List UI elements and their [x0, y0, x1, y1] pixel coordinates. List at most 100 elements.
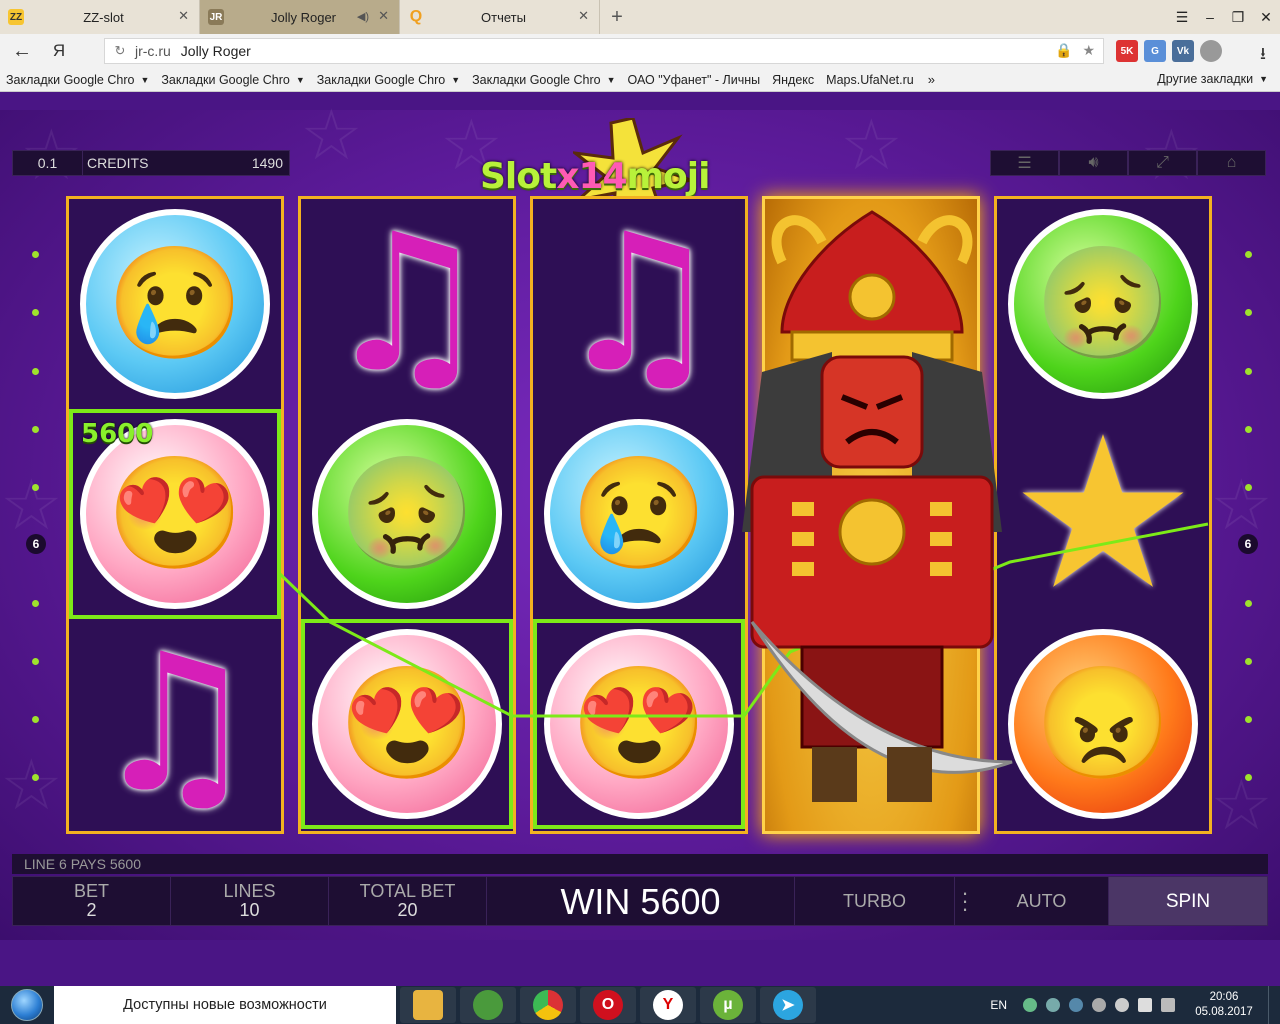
close-window-icon[interactable]: ✕ — [1252, 0, 1280, 34]
tray-app-icon[interactable] — [1046, 998, 1060, 1012]
more-options-icon[interactable]: · · · — [955, 877, 975, 925]
download-icon[interactable]: ⭳ — [1260, 41, 1266, 70]
reel-2: ♫ 🤢 😍 — [298, 196, 516, 834]
symbol-love-pink-winning: 5600 😍 — [69, 409, 281, 619]
taskbar-app-explorer[interactable] — [400, 987, 456, 1023]
tab-jolly-roger[interactable]: JR Jolly Roger ◀) ✕ — [200, 0, 400, 34]
globe-icon[interactable] — [1200, 40, 1222, 62]
extension-translate-icon[interactable]: G — [1144, 40, 1166, 62]
close-icon[interactable]: ✕ — [578, 8, 589, 24]
menu-icon[interactable]: ☰ — [990, 150, 1059, 176]
background-star-icon: ☆ — [1210, 766, 1273, 844]
star-icon: ★ — [1008, 396, 1198, 631]
url-field[interactable]: ↻ jr-c.ru Jolly Roger 🔒 ★ — [104, 38, 1104, 64]
menu-icon[interactable]: ☰ — [1168, 0, 1196, 34]
background-star-icon: ☆ — [0, 466, 63, 544]
taskbar-app-chrome[interactable] — [520, 987, 576, 1023]
extension-5k-icon[interactable]: 5K — [1116, 40, 1138, 62]
other-bookmarks-folder[interactable]: Другие закладки ▼ — [1157, 72, 1268, 86]
auto-button[interactable]: AUTO — [975, 877, 1109, 925]
fullscreen-icon[interactable]: ⤢ — [1128, 150, 1197, 176]
tray-monitor-icon[interactable] — [1161, 998, 1175, 1012]
clock-time: 20:06 — [1209, 991, 1239, 1003]
chrome-icon — [533, 990, 563, 1020]
tray-network-icon[interactable] — [1092, 998, 1106, 1012]
symbol-sick-green: 🤢 — [997, 199, 1209, 409]
clock[interactable]: 20:06 05.08.2017 — [1184, 990, 1264, 1020]
spin-button[interactable]: SPIN — [1109, 877, 1267, 925]
tray-flag-icon[interactable] — [1138, 998, 1152, 1012]
turbo-button[interactable]: TURBO — [795, 877, 955, 925]
tab-title: Отчеты — [481, 9, 526, 25]
total-bet-value: 20 — [397, 900, 418, 920]
bookmark-link[interactable]: ОАО "Уфанет" - Личны — [622, 73, 767, 87]
bookmark-folder[interactable]: Закладки Google Chro ▼ — [311, 73, 466, 87]
payline-number: 6 — [1238, 534, 1258, 554]
denomination-selector[interactable]: 0.1 — [13, 151, 83, 175]
back-arrow-icon[interactable]: ← — [0, 40, 44, 63]
lines-value: 10 — [239, 900, 260, 920]
extension-vk-icon[interactable]: Vk — [1172, 40, 1194, 62]
tab-reports[interactable]: Q Отчеты ✕ — [400, 0, 600, 34]
close-icon[interactable]: ✕ — [178, 8, 189, 24]
total-bet-label: TOTAL BET — [359, 881, 456, 901]
yandex-icon[interactable]: Я — [44, 41, 74, 61]
bookmark-star-icon[interactable]: ★ — [1082, 42, 1095, 59]
tab-title: ZZ-slot — [83, 9, 124, 25]
language-indicator[interactable]: EN — [990, 998, 1007, 1012]
taskbar-app-telegram[interactable]: ➤ — [760, 987, 816, 1023]
symbol-love-pink-winning: 😍 — [533, 619, 745, 829]
home-icon[interactable]: ⌂ — [1197, 150, 1266, 176]
new-tab-button[interactable]: + — [600, 0, 634, 34]
taskbar-app-opera[interactable]: O — [580, 987, 636, 1023]
payline-marker — [1245, 600, 1252, 607]
taskbar-app-utorrent[interactable]: µ — [700, 987, 756, 1023]
bookmark-label: Яндекс — [772, 72, 815, 87]
tab-zz-slot[interactable]: ZZ ZZ-slot ✕ — [0, 0, 200, 34]
show-desktop-button[interactable] — [1268, 986, 1280, 1024]
lines-control[interactable]: LINES 10 — [171, 877, 329, 925]
lock-icon[interactable]: 🔒 — [1055, 42, 1072, 59]
music-note-icon: ♫ — [553, 193, 725, 414]
close-icon[interactable]: ✕ — [378, 8, 389, 24]
minimize-icon[interactable]: – — [1196, 0, 1224, 34]
bookmark-folder[interactable]: Закладки Google Chro ▼ — [0, 73, 155, 87]
bookmark-folder[interactable]: Закладки Google Chro ▼ — [155, 73, 310, 87]
tray-volume-icon[interactable] — [1115, 998, 1129, 1012]
yandex-browser-icon: Y — [653, 990, 683, 1020]
payline-marker — [1245, 774, 1252, 781]
bookmarks-more-button[interactable]: » — [928, 72, 935, 87]
bookmark-link[interactable]: Яндекс — [766, 73, 820, 87]
start-button[interactable] — [0, 986, 54, 1024]
samurai-wild-icon — [742, 210, 1013, 802]
symbol-star: ★ — [997, 409, 1209, 619]
symbol-angry-red: 😠 — [997, 619, 1209, 829]
tray-app-icon[interactable] — [1069, 998, 1083, 1012]
restore-icon[interactable]: ❐ — [1224, 0, 1252, 34]
reel-3: ♫ 😢 😍 — [530, 196, 748, 834]
sad-face-icon: 😢 — [544, 419, 734, 609]
reel-1: 😢 5600 😍 ♫ — [66, 196, 284, 834]
speaker-icon[interactable]: ◀) — [357, 10, 369, 23]
notification-banner[interactable]: Доступны новые возможности — [54, 986, 396, 1024]
search-q-favicon-icon: Q — [409, 8, 423, 25]
bet-control[interactable]: BET 2 — [13, 877, 171, 925]
bookmark-folder[interactable]: Закладки Google Chro ▼ — [466, 73, 621, 87]
taskbar-app-globe[interactable] — [460, 987, 516, 1023]
reload-icon[interactable]: ↻ — [105, 43, 135, 59]
payline-marker — [32, 658, 39, 665]
payline-marker — [1245, 368, 1252, 375]
window-controls: ☰ – ❐ ✕ — [1168, 0, 1280, 34]
bookmark-link[interactable]: Maps.UfaNet.ru — [820, 73, 920, 87]
symbol-music-note: ♫ — [301, 199, 513, 409]
tray-utorrent-icon[interactable] — [1023, 998, 1037, 1012]
utorrent-icon: µ — [713, 990, 743, 1020]
bookmarks-bar: Закладки Google Chro ▼ Закладки Google Ch… — [0, 68, 1280, 92]
payline-marker — [32, 251, 39, 258]
sad-face-icon: 😢 — [80, 209, 270, 399]
logo-part: Slot — [480, 156, 557, 197]
globe-icon — [473, 990, 503, 1020]
sound-icon[interactable]: 🔊︎ — [1059, 150, 1128, 176]
symbol-love-pink-winning: 😍 — [301, 619, 513, 829]
taskbar-app-yandex[interactable]: Y — [640, 987, 696, 1023]
